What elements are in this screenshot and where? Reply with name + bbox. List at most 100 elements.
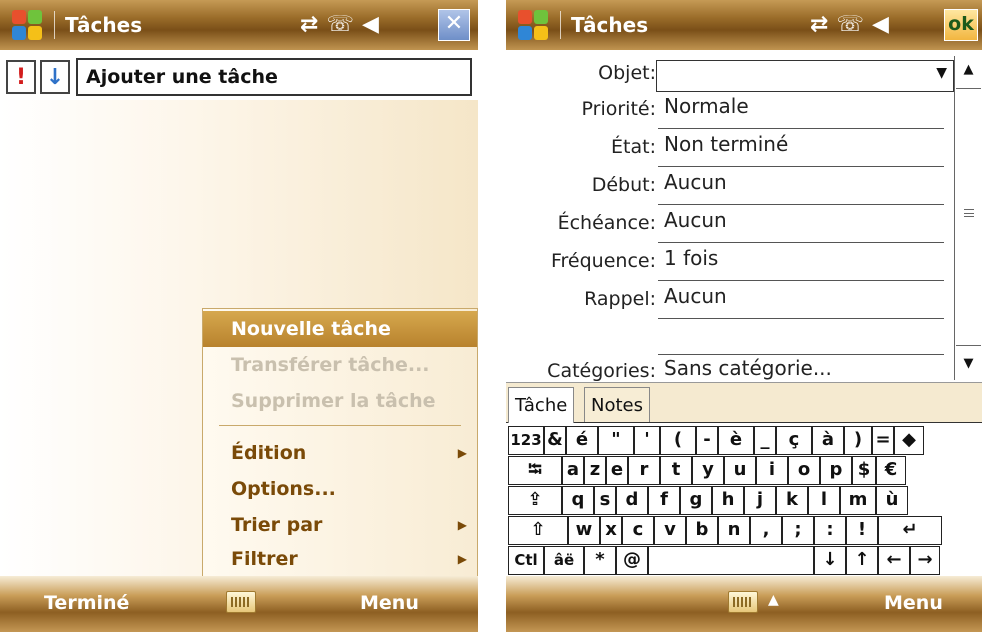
keyboard-key[interactable]: à: [812, 426, 844, 455]
scroll-thumb[interactable]: [956, 88, 981, 346]
softkey-done[interactable]: Terminé: [44, 592, 129, 614]
menu-item-options[interactable]: Options...: [203, 471, 477, 507]
keyboard-key[interactable]: a: [562, 456, 584, 485]
form-scrollbar[interactable]: ▲ ▼: [954, 56, 982, 380]
frequence-value[interactable]: 1 fois: [664, 246, 718, 270]
keyboard-key[interactable]: $: [852, 456, 876, 485]
menu-item-new-task[interactable]: Nouvelle tâche: [203, 311, 477, 347]
keyboard-key[interactable]: ↑: [846, 546, 878, 575]
keyboard-key[interactable]: Ctl: [508, 546, 544, 575]
keyboard-key[interactable]: ↓: [814, 546, 846, 575]
scroll-down-icon[interactable]: ▼: [955, 350, 982, 378]
windows-start-icon[interactable]: [516, 8, 550, 42]
close-icon[interactable]: ✕: [438, 9, 470, 41]
keyboard-key[interactable]: _: [754, 426, 776, 455]
keyboard-key[interactable]: k: [776, 486, 808, 515]
keyboard-key[interactable]: e: [606, 456, 628, 485]
connectivity-icon[interactable]: ⇄: [810, 12, 828, 37]
keyboard-key[interactable]: ⭾: [508, 456, 562, 485]
keyboard-key[interactable]: y: [692, 456, 724, 485]
keyboard-key[interactable]: d: [616, 486, 648, 515]
keyboard-key[interactable]: ç: [776, 426, 812, 455]
keyboard-key[interactable]: (: [660, 426, 696, 455]
chevron-up-icon[interactable]: ▲: [768, 592, 779, 608]
keyboard-key[interactable]: →: [910, 546, 940, 575]
keyboard-key[interactable]: @: [616, 546, 648, 575]
keyboard-key[interactable]: :: [814, 516, 846, 545]
priorite-value[interactable]: Normale: [664, 94, 749, 118]
status-icons[interactable]: ⇄ ☏ ◀: [300, 12, 379, 37]
keyboard-key[interactable]: u: [724, 456, 756, 485]
priority-low-button[interactable]: ↓: [40, 60, 70, 94]
keyboard-key[interactable]: *: [584, 546, 616, 575]
keyboard-key[interactable]: âë: [544, 546, 584, 575]
keyboard-key[interactable]: i: [756, 456, 788, 485]
keyboard-key[interactable]: h: [712, 486, 744, 515]
objet-input[interactable]: ▼: [656, 60, 954, 92]
categories-value[interactable]: Sans catégorie...: [664, 356, 832, 380]
keyboard-key[interactable]: -: [696, 426, 718, 455]
keyboard-key[interactable]: m: [840, 486, 876, 515]
echeance-value[interactable]: Aucun: [664, 208, 727, 232]
keyboard-icon[interactable]: [728, 591, 758, 613]
keyboard-key[interactable]: ;: [782, 516, 814, 545]
keyboard-key[interactable]: n: [718, 516, 750, 545]
speaker-icon[interactable]: ◀: [872, 12, 889, 37]
keyboard-key[interactable]: z: [584, 456, 606, 485]
keyboard-key[interactable]: é: [566, 426, 598, 455]
quick-entry-input[interactable]: Ajouter une tâche: [76, 58, 472, 96]
phone-signal-icon[interactable]: ☏: [836, 12, 864, 37]
status-icons[interactable]: ⇄ ☏ ◀: [810, 12, 889, 37]
tab-task[interactable]: Tâche: [508, 387, 575, 423]
keyboard-key[interactable]: ⇪: [508, 486, 562, 515]
chevron-down-icon[interactable]: ▼: [936, 65, 947, 81]
keyboard-key[interactable]: w: [568, 516, 600, 545]
ok-button[interactable]: ok: [944, 9, 978, 41]
keyboard-key[interactable]: x: [600, 516, 622, 545]
priority-high-button[interactable]: !: [6, 60, 36, 94]
keyboard-key[interactable]: t: [660, 456, 692, 485]
key-space[interactable]: [648, 546, 814, 575]
speaker-icon[interactable]: ◀: [362, 12, 379, 37]
keyboard-key[interactable]: ,: [750, 516, 782, 545]
keyboard-key[interactable]: g: [680, 486, 712, 515]
phone-signal-icon[interactable]: ☏: [326, 12, 354, 37]
keyboard-key[interactable]: ◆: [894, 426, 924, 455]
keyboard-key[interactable]: o: [788, 456, 820, 485]
keyboard-key[interactable]: v: [654, 516, 686, 545]
menu-item-edit[interactable]: Édition ▶: [203, 435, 477, 471]
keyboard-key[interactable]: s: [594, 486, 616, 515]
keyboard-key[interactable]: ↵: [878, 516, 942, 545]
windows-start-icon[interactable]: [10, 8, 44, 42]
softkey-menu[interactable]: Menu: [360, 592, 419, 614]
rappel-value[interactable]: Aucun: [664, 284, 727, 308]
keyboard-key[interactable]: ): [844, 426, 872, 455]
connectivity-icon[interactable]: ⇄: [300, 12, 318, 37]
keyboard-key[interactable]: =: [872, 426, 894, 455]
etat-value[interactable]: Non terminé: [664, 132, 788, 156]
softkey-menu[interactable]: Menu: [884, 592, 943, 614]
tab-notes[interactable]: Notes: [584, 387, 650, 423]
keyboard-key[interactable]: ←: [878, 546, 910, 575]
keyboard-key[interactable]: è: [718, 426, 754, 455]
keyboard-key[interactable]: ': [634, 426, 660, 455]
debut-value[interactable]: Aucun: [664, 170, 727, 194]
keyboard-key[interactable]: !: [846, 516, 878, 545]
keyboard-key[interactable]: q: [562, 486, 594, 515]
menu-item-filter[interactable]: Filtrer ▶: [203, 541, 477, 577]
keyboard-key[interactable]: p: [820, 456, 852, 485]
keyboard-key[interactable]: 123: [508, 426, 544, 455]
keyboard-key[interactable]: €: [876, 456, 906, 485]
menu-item-sort-by[interactable]: Trier par ▶: [203, 507, 477, 543]
keyboard-key[interactable]: r: [628, 456, 660, 485]
keyboard-key[interactable]: f: [648, 486, 680, 515]
keyboard-key[interactable]: j: [744, 486, 776, 515]
keyboard-key[interactable]: &: [544, 426, 566, 455]
keyboard-key[interactable]: b: [686, 516, 718, 545]
keyboard-key[interactable]: ù: [876, 486, 908, 515]
scroll-up-icon[interactable]: ▲: [955, 56, 982, 84]
keyboard-key[interactable]: ⇧: [508, 516, 568, 545]
keyboard-icon[interactable]: [226, 591, 256, 613]
keyboard-key[interactable]: ": [598, 426, 634, 455]
keyboard-key[interactable]: l: [808, 486, 840, 515]
